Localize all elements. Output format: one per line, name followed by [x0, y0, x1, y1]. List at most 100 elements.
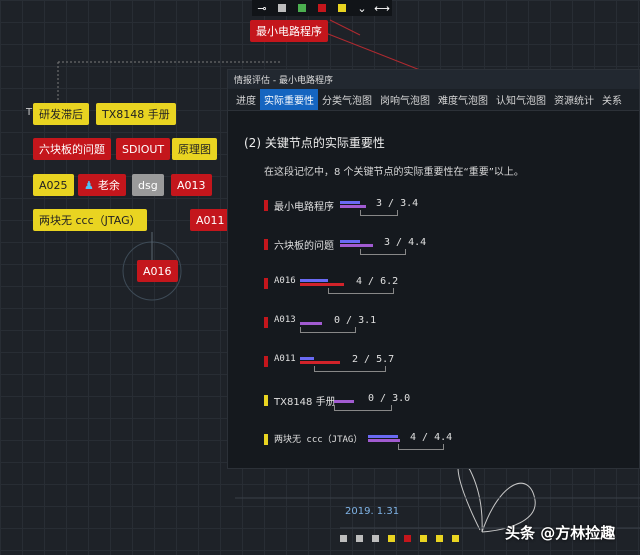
- node-n4[interactable]: SDIOUT: [116, 138, 171, 160]
- item-label: 六块板的问题: [274, 241, 334, 252]
- node-n2[interactable]: TX8148 手册: [96, 103, 176, 125]
- tab-progress[interactable]: 进度: [232, 89, 260, 110]
- bar-expected: [368, 439, 400, 442]
- node-label: 老余: [97, 179, 120, 192]
- bar-expected: [300, 283, 344, 286]
- item-marker: [264, 356, 268, 367]
- panel-tabs: 进度 实际重要性 分类气泡图 岗响气泡图 难度气泡图 认知气泡图 资源统计 关系: [228, 89, 639, 111]
- bar-current: [300, 279, 328, 282]
- top-toolbar: ⊸ ⌄ ⟷: [252, 0, 392, 16]
- node-n1[interactable]: 研发滞后: [33, 103, 89, 125]
- node-label: A016: [143, 264, 172, 278]
- node-n6[interactable]: A025: [33, 174, 74, 196]
- list-item: A013 0 / 3.1: [264, 313, 624, 333]
- timeline-marker[interactable]: [420, 534, 427, 542]
- gray-square-button[interactable]: [272, 0, 292, 16]
- item-label: A011: [274, 354, 296, 364]
- node-root-label: 最小电路程序: [256, 25, 322, 38]
- list-item: A011 2 / 5.7: [264, 352, 624, 372]
- item-bracket: [300, 327, 356, 333]
- item-marker: [264, 200, 268, 211]
- timeline-marker[interactable]: [452, 534, 459, 542]
- node-label: A011: [196, 213, 225, 227]
- yellow-square-button[interactable]: [332, 0, 352, 16]
- item-bracket: [360, 210, 398, 216]
- tab-relations[interactable]: 关系: [598, 89, 626, 110]
- item-score: 0 / 3.0: [368, 393, 411, 404]
- item-marker: [264, 395, 268, 406]
- item-score: 4 / 6.2: [356, 276, 399, 287]
- list-item: TX8148 手册 0 / 3.0: [264, 391, 624, 411]
- bar-expected: [340, 205, 366, 208]
- item-score: 4 / 4.4: [410, 432, 453, 443]
- list-item: 最小电路程序 3 / 3.4: [264, 196, 624, 216]
- watermark: 头条 @方林捡趣: [505, 524, 616, 542]
- bar-current: [368, 435, 398, 438]
- node-label: SDIOUT: [122, 142, 165, 156]
- node-n3[interactable]: 六块板的问题: [33, 138, 111, 160]
- bar-current: [340, 201, 360, 204]
- tab-category-bubble[interactable]: 分类气泡图: [318, 89, 376, 110]
- item-score: 3 / 3.4: [376, 198, 419, 209]
- item-marker: [264, 317, 268, 328]
- item-marker: [264, 434, 268, 445]
- node-label: A013: [177, 178, 206, 192]
- item-label: 两块无 ccc（JTAG）: [274, 435, 363, 445]
- node-n12[interactable]: A016: [137, 260, 178, 282]
- timeline-marker[interactable]: [404, 534, 411, 542]
- timeline-marker[interactable]: [340, 534, 347, 542]
- item-bracket: [328, 288, 394, 294]
- item-label: A013: [274, 315, 296, 325]
- item-marker: [264, 278, 268, 289]
- bar-current: [300, 357, 314, 360]
- bar-expected: [340, 244, 373, 247]
- node-n11[interactable]: A011: [190, 209, 231, 231]
- panel-title: 情报评估 - 最小电路程序: [228, 70, 639, 89]
- node-label: 六块板的问题: [39, 143, 105, 156]
- list-item: 六块板的问题 3 / 4.4: [264, 235, 624, 255]
- node-n10[interactable]: 两块无 ccc（JTAG）: [33, 209, 147, 231]
- node-label: A025: [39, 178, 68, 192]
- person-icon: ♟: [84, 178, 94, 192]
- timeline-marker[interactable]: [436, 534, 443, 542]
- timeline-marker[interactable]: [356, 534, 363, 542]
- node-label: 研发滞后: [39, 108, 83, 121]
- timeline-marker[interactable]: [388, 534, 395, 542]
- node-n8[interactable]: dsg: [132, 174, 164, 196]
- node-n7[interactable]: ♟ 老余: [78, 174, 126, 196]
- node-root[interactable]: 最小电路程序: [250, 20, 328, 42]
- chevron-down-icon[interactable]: ⌄: [352, 0, 372, 16]
- tab-difficulty-bubble[interactable]: 难度气泡图: [434, 89, 492, 110]
- timeline-marker[interactable]: [372, 534, 379, 542]
- tab-actual-importance[interactable]: 实际重要性: [260, 89, 318, 110]
- tab-cognition-bubble[interactable]: 认知气泡图: [492, 89, 550, 110]
- assessment-panel: 情报评估 - 最小电路程序 进度 实际重要性 分类气泡图 岗响气泡图 难度气泡图…: [227, 69, 640, 469]
- timeline-date: 2019. 1.31: [345, 506, 400, 517]
- node-label: TX8148 手册: [102, 108, 170, 121]
- swap-arrows-icon[interactable]: ⟷: [372, 0, 392, 16]
- node-n5[interactable]: 原理图: [172, 138, 217, 160]
- bar-current: [340, 240, 360, 243]
- node-label: dsg: [138, 178, 158, 192]
- item-bracket: [398, 444, 444, 450]
- tab-resource-stats[interactable]: 资源统计: [550, 89, 598, 110]
- red-square-button[interactable]: [312, 0, 332, 16]
- bar-expected: [334, 400, 354, 403]
- small-label: T: [26, 107, 33, 118]
- tab-impact-bubble[interactable]: 岗响气泡图: [376, 89, 434, 110]
- bar-expected: [300, 322, 322, 325]
- item-label: TX8148 手册: [274, 397, 336, 408]
- item-label: A016: [274, 276, 296, 286]
- bar-expected: [300, 361, 340, 364]
- green-square-button[interactable]: [292, 0, 312, 16]
- section-heading: (2) 关键节点的实际重要性: [244, 136, 385, 150]
- item-score: 3 / 4.4: [384, 237, 427, 248]
- node-n9[interactable]: A013: [171, 174, 212, 196]
- node-label: 原理图: [178, 143, 211, 156]
- pin-icon[interactable]: ⊸: [252, 0, 272, 16]
- list-item: 两块无 ccc（JTAG） 4 / 4.4: [264, 430, 624, 450]
- timeline-markers: [340, 532, 459, 544]
- item-bracket: [360, 249, 406, 255]
- list-item: A016 4 / 6.2: [264, 274, 624, 294]
- item-score: 0 / 3.1: [334, 315, 377, 326]
